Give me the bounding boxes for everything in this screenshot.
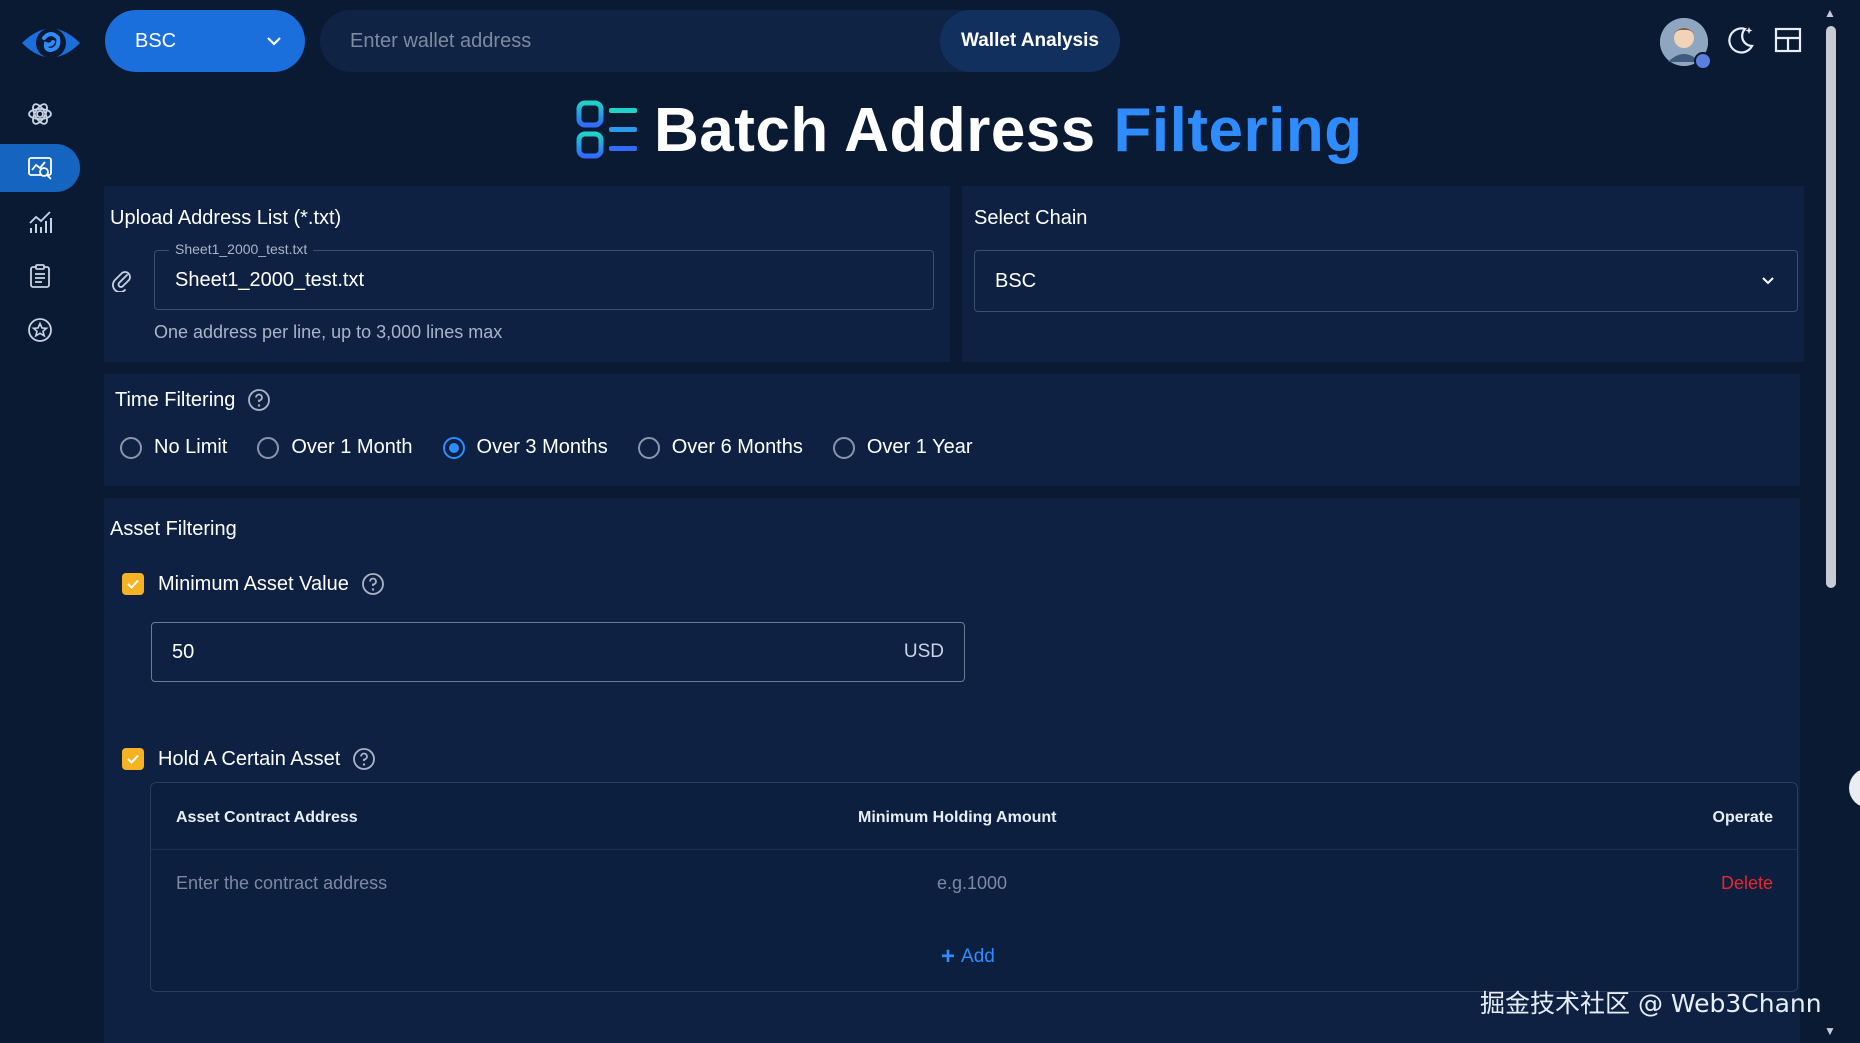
check-icon — [127, 754, 139, 764]
radio-over-1-month[interactable]: Over 1 Month — [257, 436, 413, 459]
select-chain-label: Select Chain — [974, 207, 1088, 229]
clipboard-icon — [30, 264, 50, 288]
file-name: Sheet1_2000_test.txt — [175, 269, 365, 291]
help-icon[interactable] — [361, 572, 385, 596]
file-upload-field[interactable]: Sheet1_2000_test.txt Sheet1_2000_test.tx… — [154, 241, 934, 310]
hold-asset-checkbox[interactable] — [122, 748, 144, 770]
sidebar-item-trends[interactable] — [0, 198, 80, 246]
min-asset-value: 50 — [172, 640, 195, 663]
asset-table: Asset Contract Address Minimum Holding A… — [150, 782, 1798, 992]
holding-amount-input[interactable]: e.g.1000 — [937, 873, 1007, 894]
check-icon — [127, 579, 139, 589]
title-main: Batch Address — [654, 95, 1096, 165]
min-asset-value-row: Minimum Asset Value — [122, 572, 385, 596]
radio-indicator — [257, 436, 280, 459]
contract-address-input[interactable]: Enter the contract address — [176, 873, 387, 894]
trend-chart-icon — [29, 211, 52, 233]
avatar[interactable] — [1660, 18, 1712, 70]
layout-grid-icon[interactable] — [1772, 24, 1804, 56]
help-icon[interactable] — [352, 747, 376, 771]
sidebar-item-explore[interactable] — [0, 90, 80, 138]
chain-dropdown[interactable]: BSC — [105, 10, 305, 72]
title-accent: Filtering — [1113, 95, 1363, 165]
radio-indicator — [120, 436, 142, 459]
radio-over-6-months[interactable]: Over 6 Months — [637, 436, 803, 459]
min-asset-value-label: Minimum Asset Value — [158, 572, 349, 595]
chevron-down-icon — [1762, 277, 1774, 285]
column-header-amount: Minimum Holding Amount — [858, 809, 1057, 826]
sidebar-item-favorites[interactable] — [0, 306, 80, 354]
star-badge-icon — [28, 318, 52, 342]
scroll-down-icon[interactable]: ▼ — [1824, 1024, 1836, 1038]
scroll-up-icon[interactable]: ▲ — [1824, 6, 1836, 20]
wallet-analysis-button[interactable]: Wallet Analysis — [940, 10, 1120, 72]
time-filter-card — [104, 374, 1800, 486]
radio-over-1-year[interactable]: Over 1 Year — [832, 436, 973, 459]
chain-dropdown-value: BSC — [135, 29, 177, 52]
paperclip-icon[interactable] — [110, 268, 134, 292]
plus-icon: + — [941, 943, 956, 970]
sidebar-item-batch-filter[interactable] — [0, 144, 80, 192]
time-filter-options: No Limit Over 1 Month Over 3 Months Over… — [120, 436, 1003, 459]
time-filter-heading: Time Filtering — [115, 388, 271, 412]
network-badge-icon — [1694, 52, 1712, 70]
currency-unit: USD — [903, 641, 944, 662]
radio-indicator — [637, 436, 660, 459]
time-filter-label: Time Filtering — [115, 388, 236, 411]
column-header-operate: Operate — [1712, 809, 1773, 826]
wallet-address-input[interactable] — [320, 10, 940, 72]
select-chain-value: BSC — [995, 269, 1037, 292]
radio-no-limit[interactable]: No Limit — [120, 436, 227, 459]
table-divider — [151, 849, 1797, 850]
scrollbar-thumb[interactable] — [1826, 26, 1836, 588]
hold-asset-row: Hold A Certain Asset — [122, 747, 376, 771]
upload-label: Upload Address List (*.txt) — [110, 207, 342, 229]
sidebar-item-reports[interactable] — [0, 252, 80, 300]
radio-indicator — [832, 436, 855, 459]
app-logo[interactable] — [18, 16, 84, 70]
chart-search-icon — [28, 157, 52, 180]
atom-icon — [28, 103, 52, 125]
watermark: 掘金技术社区 @ Web3Channel — [1480, 989, 1844, 1018]
help-icon[interactable] — [247, 388, 271, 412]
min-asset-value-checkbox[interactable] — [122, 573, 144, 595]
page-title: Batch Address Filtering — [576, 90, 1363, 170]
radio-over-3-months[interactable]: Over 3 Months — [442, 436, 608, 459]
add-asset-button[interactable]: + Add — [941, 943, 995, 971]
delete-row-button[interactable]: Delete — [1721, 873, 1773, 894]
column-header-contract: Asset Contract Address — [176, 809, 358, 826]
dark-mode-icon[interactable] — [1725, 24, 1757, 56]
sidebar — [0, 0, 104, 1043]
asset-filter-label: Asset Filtering — [110, 518, 237, 540]
file-field-legend: Sheet1_2000_test.txt — [169, 241, 314, 257]
chevron-down-icon — [267, 37, 281, 46]
hold-asset-label: Hold A Certain Asset — [158, 747, 341, 770]
select-chain-dropdown[interactable]: BSC — [974, 250, 1798, 312]
upload-helper-text: One address per line, up to 3,000 lines … — [154, 322, 503, 342]
list-filter-icon — [576, 100, 637, 159]
min-asset-value-input[interactable]: 50 USD — [151, 622, 965, 682]
add-asset-label: Add — [961, 946, 995, 967]
radio-indicator-checked — [442, 436, 465, 459]
